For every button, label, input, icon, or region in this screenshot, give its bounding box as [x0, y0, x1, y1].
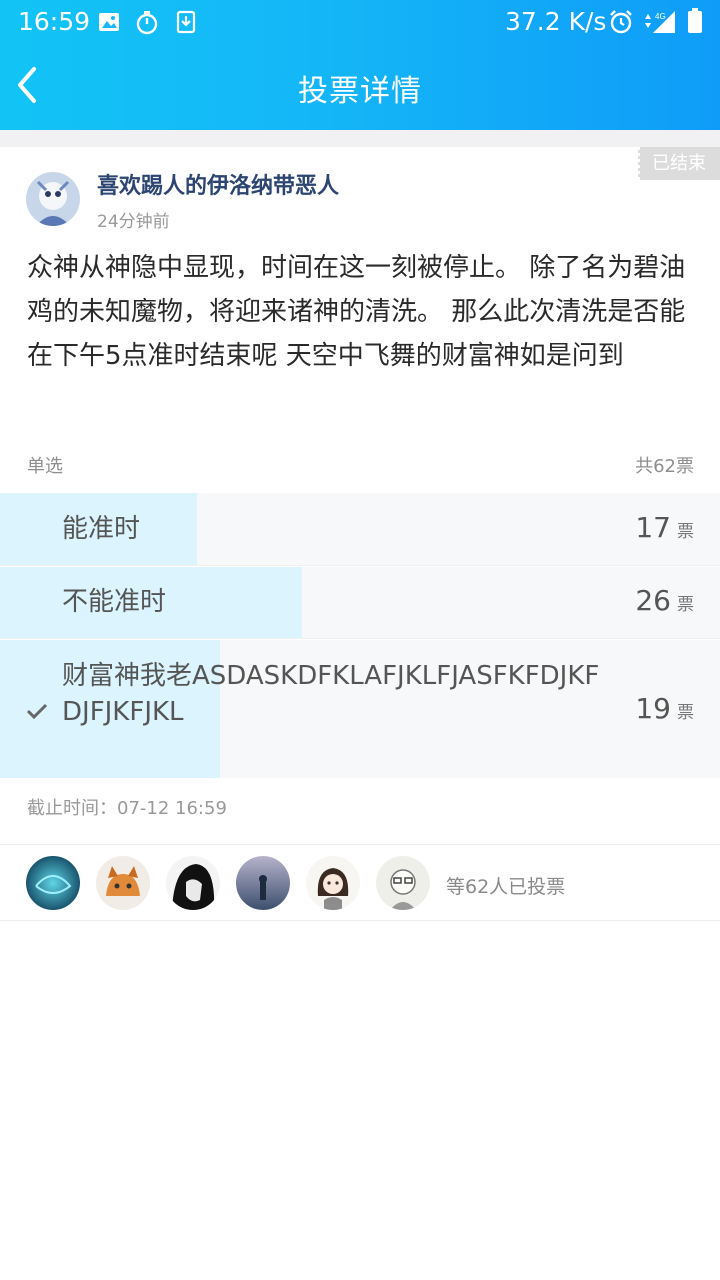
option-votes: 26 票: [635, 584, 694, 617]
option-label: 财富神我老ASDASKDFKLAFJKLFJASFKFDJKFDJFJKFJKL: [62, 661, 600, 727]
poll-option-3[interactable]: 财富神我老ASDASKDFKLAFJKLFJASFKFDJKFDJFJKFJKL…: [0, 640, 720, 778]
voter-avatar[interactable]: [96, 856, 150, 910]
voter-avatar[interactable]: [26, 856, 80, 910]
author-avatar[interactable]: [26, 172, 80, 226]
vote-count: 26: [635, 584, 671, 617]
alarm-icon: [608, 9, 634, 35]
vote-unit: 票: [677, 703, 694, 723]
option-votes: 19 票: [635, 692, 694, 725]
page-title: 投票详情: [298, 74, 422, 109]
poll-deadline: 截止时间：07-12 16:59: [27, 798, 227, 819]
poll-option-2[interactable]: 不能准时 26 票: [0, 567, 720, 638]
option-votes: 17 票: [635, 511, 694, 544]
ended-badge: 已结束: [636, 147, 720, 180]
poll-total: 共62票: [635, 456, 694, 477]
voters-summary[interactable]: 等62人已投票: [446, 872, 565, 899]
status-bar: 16:59 37.2 K/s 4G: [0, 0, 720, 44]
divider: [0, 920, 720, 921]
poll-mode: 单选: [27, 456, 63, 477]
vote-unit: 票: [677, 595, 694, 615]
network-speed: 37.2 K/s: [505, 7, 607, 36]
app-bar: 16:59 37.2 K/s 4G 投票详情: [0, 0, 720, 130]
divider: [0, 565, 720, 566]
divider: [0, 638, 720, 639]
voter-avatar[interactable]: [166, 856, 220, 910]
voter-avatar[interactable]: [236, 856, 290, 910]
vote-count: 17: [635, 511, 671, 544]
author-name[interactable]: 喜欢踢人的伊洛纳带恶人: [97, 168, 339, 200]
network-type-label: 4G: [655, 12, 666, 21]
option-label: 不能准时: [62, 587, 167, 617]
section-gap: [0, 130, 720, 147]
vote-unit: 票: [677, 522, 694, 542]
voter-avatar[interactable]: [376, 856, 430, 910]
check-icon: [26, 703, 48, 720]
download-icon: [173, 9, 199, 35]
signal-icon: 4G: [641, 9, 677, 35]
image-icon: [96, 9, 122, 35]
stopwatch-icon: [134, 9, 160, 35]
voter-avatar[interactable]: [306, 856, 360, 910]
status-time: 16:59: [18, 7, 91, 36]
post-content: 众神从神隐中显现，时间在这一刻被停止。 除了名为碧油鸡的未知魔物，将迎来诸神的清…: [27, 253, 686, 371]
post-time: 24分钟前: [97, 212, 170, 232]
vote-count: 19: [635, 692, 671, 725]
option-label: 能准时: [62, 514, 141, 544]
divider: [0, 844, 720, 845]
battery-icon: [688, 8, 702, 34]
poll-option-1[interactable]: 能准时 17 票: [0, 493, 720, 565]
